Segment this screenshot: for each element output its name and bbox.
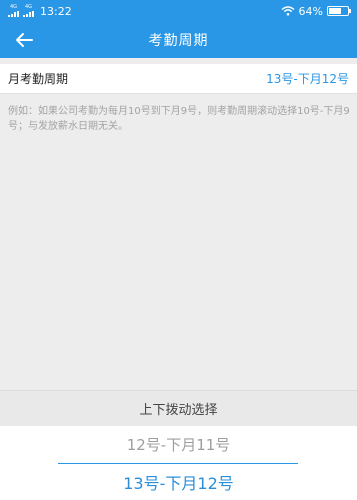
signal-label: 4G: [24, 4, 33, 10]
attendance-cycle-row[interactable]: 月考勤周期 13号-下月12号: [0, 64, 357, 94]
battery-percent: 64%: [298, 4, 323, 18]
picker-title: 上下拨动选择: [0, 390, 357, 426]
status-bar: 4G 4G 13:22 64%: [0, 0, 357, 22]
back-arrow-icon[interactable]: [12, 28, 36, 52]
wifi-icon: [281, 6, 294, 16]
picker-option[interactable]: 12号-下月11号: [0, 434, 357, 455]
hint-text: 例如：如果公司考勤为每月10号到下月9号，则考勤周期滚动选择10号-下月9号；与…: [8, 106, 350, 132]
picker-selection-line: [58, 463, 298, 464]
status-time: 13:22: [40, 4, 72, 18]
picker-option-selected[interactable]: 13号-下月12号: [0, 470, 357, 494]
page-title: 考勤周期: [148, 33, 209, 49]
cycle-picker[interactable]: 12号-下月11号 13号-下月12号: [0, 426, 357, 500]
signal-icon: 4G: [8, 5, 19, 17]
signal-label: 4G: [9, 4, 18, 10]
attendance-cycle-value: 13号-下月12号: [266, 72, 349, 86]
attendance-cycle-label: 月考勤周期: [8, 72, 69, 86]
signal-icon: 4G: [23, 5, 34, 17]
battery-icon: [327, 6, 351, 16]
app-header: 考勤周期: [0, 22, 357, 58]
